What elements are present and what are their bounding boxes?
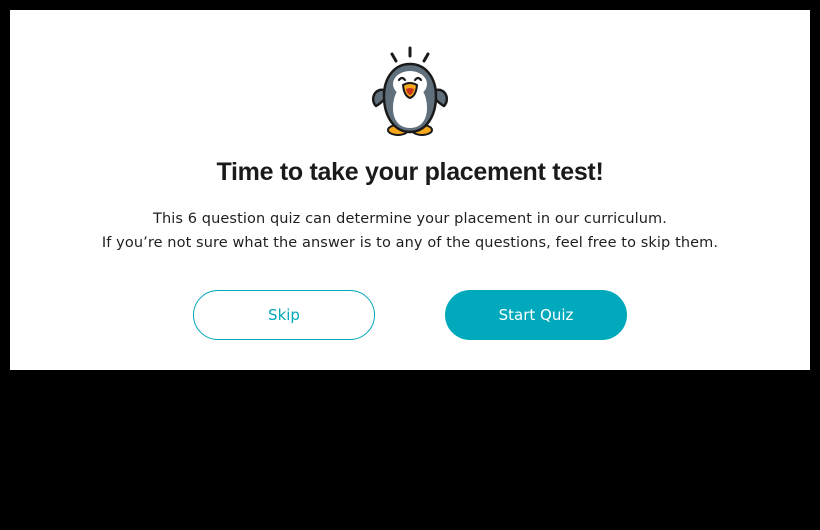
start-quiz-button[interactable]: Start Quiz — [445, 290, 627, 340]
dialog-description-line-2: If you’re not sure what the answer is to… — [101, 235, 719, 251]
dialog-title: Time to take your placement test! — [216, 158, 604, 186]
skip-button[interactable]: Skip — [193, 290, 375, 340]
cheering-penguin-icon — [372, 46, 448, 136]
dialog-description-line-1: This 6 question quiz can determine your … — [153, 211, 667, 227]
placement-test-dialog: Time to take your placement test! This 6… — [10, 10, 810, 370]
skip-button-label: Skip — [268, 306, 300, 324]
start-quiz-button-label: Start Quiz — [498, 306, 574, 324]
